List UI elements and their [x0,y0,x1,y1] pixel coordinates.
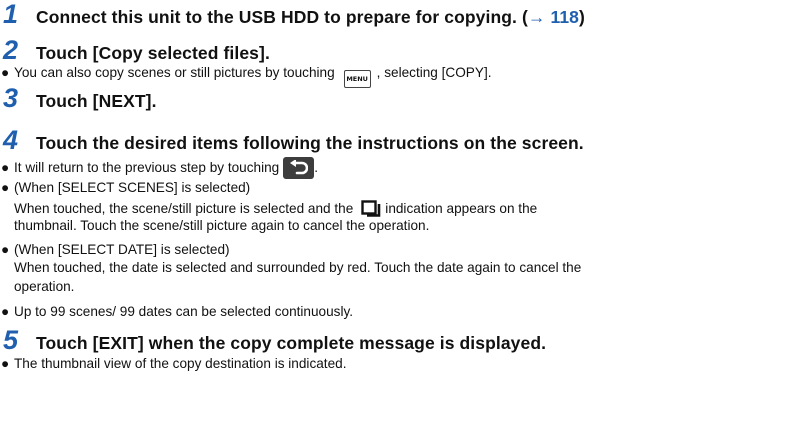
step-number: 3 [3,83,19,113]
bullet-marker: ● [1,180,10,195]
step-number: 2 [3,35,19,65]
bullet-marker: ● [1,304,10,319]
bullet-continuation: thumbnail. Touch the scene/still picture… [14,218,430,233]
step-number: 4 [3,125,19,155]
bullet-marker: ● [1,356,10,371]
bullet-item: ● (When [SELECT DATE] is selected) [0,243,230,257]
step-5: 5 Touch [EXIT] when the copy complete me… [0,327,546,354]
step-number: 5 [3,325,19,355]
bullet-text: (When [SELECT SCENES] is selected) [14,180,251,195]
step-4: 4 Touch the desired items following the … [0,127,584,154]
bullet-text-end: indication appears on the [385,201,538,216]
step-3: 3 Touch [NEXT]. [0,85,157,112]
bullet-marker: ● [1,160,10,175]
back-arrow-icon [283,157,315,179]
page-reference-link[interactable]: → 118 [528,7,579,27]
step-text: Connect this unit to the USB HDD to prep… [36,7,585,28]
bullet-text: You can also copy scenes or still pictur… [14,65,335,80]
step-2: 2 Touch [Copy selected files]. [0,37,270,64]
bullet-item: ● The thumbnail view of the copy destinat… [0,357,346,371]
menu-key-icon: MENU [343,70,371,88]
bullet-text: The thumbnail view of the copy destinati… [14,356,347,371]
step-text: Touch [EXIT] when the copy complete mess… [36,333,547,353]
step-text: Touch the desired items following the in… [36,133,584,153]
bullet-item: ● (When [SELECT SCENES] is selected) [0,181,250,195]
step-text: Touch [NEXT]. [36,91,157,111]
bullet-text: When touched, the scene/still picture is… [14,201,354,216]
bullet-marker: ● [1,65,10,80]
step-text-main: Connect this unit to the USB HDD to prep… [36,7,528,27]
bullet-text-end: , selecting [COPY]. [376,65,492,80]
bullet-text-end: . [314,160,318,175]
bullet-continuation: operation. [14,279,75,294]
manual-page: 1 Connect this unit to the USB HDD to pr… [0,0,806,429]
step-text-end: ) [579,7,585,27]
bullet-text: Up to 99 scenes/ 99 dates can be selecte… [14,304,354,319]
bullet-marker: ● [1,242,10,257]
step-1: 1 Connect this unit to the USB HDD to pr… [0,1,585,28]
bullet-continuation: When touched, the date is selected and s… [14,260,582,275]
bullet-item: ● Up to 99 scenes/ 99 dates can be select… [0,305,353,319]
bullet-item: ● It will return to the previous step by … [0,157,318,179]
bullet-text: It will return to the previous step by t… [14,160,280,175]
step-text: Touch [Copy selected files]. [36,43,270,63]
step-number: 1 [3,0,19,29]
bullet-text: (When [SELECT DATE] is selected) [14,242,230,257]
